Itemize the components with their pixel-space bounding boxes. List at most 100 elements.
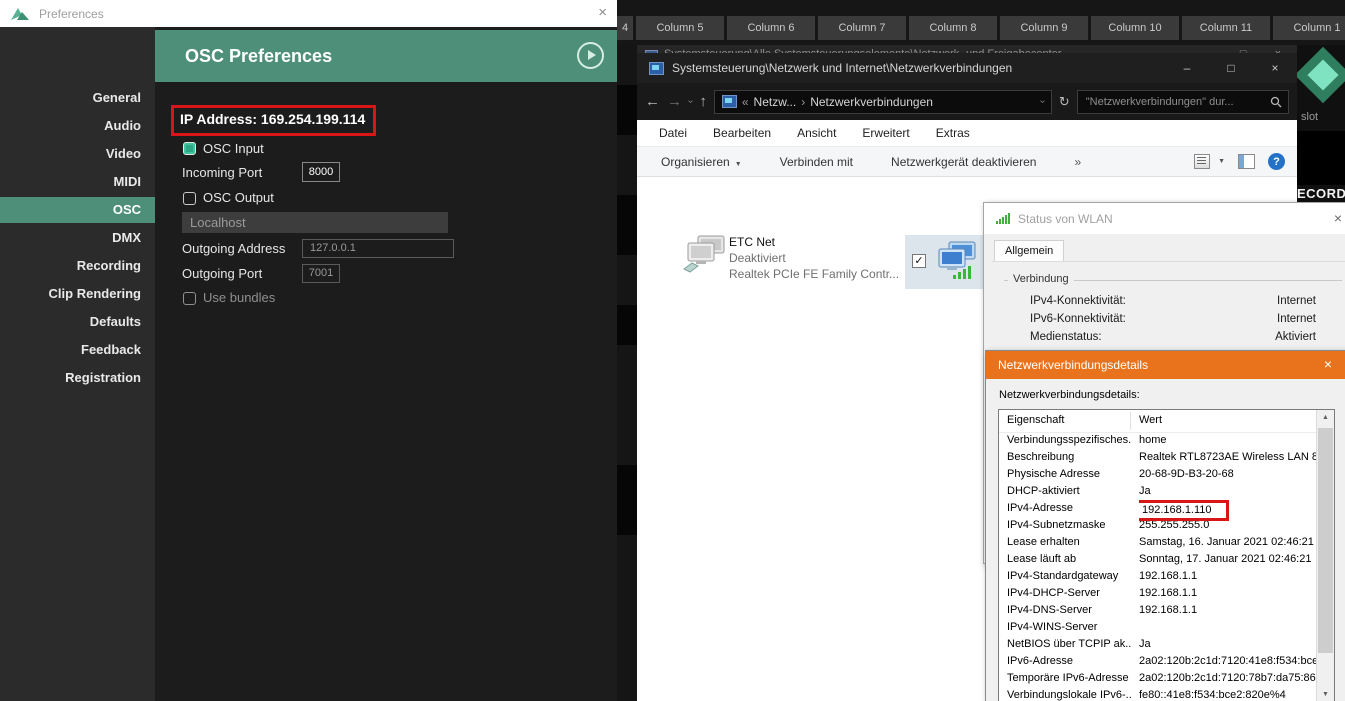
sidebar-item-audio[interactable]: Audio	[0, 113, 155, 139]
explorer-titlebar[interactable]: Systemsteuerung\Netzwerk und Internet\Ne…	[637, 53, 1297, 83]
menu-erweitert[interactable]: Erweitert	[862, 126, 909, 140]
table-row[interactable]: NetBIOS über TCPIP ak...Ja	[999, 636, 1317, 653]
sidebar-item-feedback[interactable]: Feedback	[0, 337, 155, 363]
record-label[interactable]: ECORD	[1297, 186, 1345, 201]
scroll-up-icon[interactable]: ▲	[1317, 410, 1334, 426]
breadcrumb-separator-icon[interactable]: ›	[801, 95, 805, 109]
disable-network-device-button[interactable]: Netzwerkgerät deaktivieren	[891, 155, 1036, 169]
tab-allgemein[interactable]: Allgemein	[994, 240, 1064, 261]
osc-output-checkbox[interactable]	[183, 192, 196, 205]
preferences-titlebar[interactable]: Preferences ×	[0, 0, 617, 27]
column-tab[interactable]: Column 7	[818, 16, 906, 40]
close-icon[interactable]: ×	[598, 4, 607, 21]
search-icon[interactable]	[1270, 96, 1282, 108]
table-row[interactable]: IPv4-DNS-Server192.168.1.1	[999, 602, 1317, 619]
status-dialog-titlebar[interactable]: Status von WLAN ×	[984, 203, 1345, 234]
use-bundles-checkbox[interactable]	[183, 292, 196, 305]
table-row-ipv4-address[interactable]: IPv4-Adresse192.168.1.110	[999, 500, 1317, 517]
column-header-property[interactable]: Eigenschaft	[1007, 414, 1064, 426]
details-dialog-titlebar[interactable]: Netzwerkverbindungsdetails ×	[986, 351, 1345, 379]
up-icon[interactable]: ↑	[699, 93, 707, 110]
sidebar-item-defaults[interactable]: Defaults	[0, 309, 155, 335]
close-icon[interactable]: ×	[1324, 356, 1332, 372]
minimize-icon[interactable]: –	[1165, 61, 1209, 75]
ipv4-address-highlight: 192.168.1.110	[1139, 500, 1229, 521]
sidebar-item-recording[interactable]: Recording	[0, 253, 155, 279]
localhost-input[interactable]: Localhost	[182, 212, 448, 233]
table-row[interactable]: Physische Adresse20-68-9D-B3-20-68	[999, 466, 1317, 483]
address-dropdown-icon[interactable]: ›	[1037, 100, 1048, 103]
table-row[interactable]: BeschreibungRealtek RTL8723AE Wireless L…	[999, 449, 1317, 466]
toolbar-overflow-icon[interactable]: »	[1074, 155, 1081, 169]
table-row[interactable]: Lease läuft abSonntag, 17. Januar 2021 0…	[999, 551, 1317, 568]
breadcrumb-chevrons-icon[interactable]: «	[742, 95, 749, 109]
view-switcher-button[interactable]: ▼	[1194, 154, 1225, 169]
column-tab[interactable]: 4	[617, 16, 633, 40]
menu-datei[interactable]: Datei	[659, 126, 687, 140]
sidebar-item-registration[interactable]: Registration	[0, 365, 155, 391]
network-item-etcnet[interactable]	[682, 235, 728, 278]
help-icon[interactable]: ?	[1268, 153, 1285, 170]
table-row[interactable]: IPv4-WINS-Server	[999, 619, 1317, 636]
column-tab[interactable]: Column 11	[1182, 16, 1270, 40]
details-table[interactable]: Eigenschaft Wert Verbindungsspezifisches…	[998, 409, 1335, 701]
column-tab[interactable]: Column 9	[1000, 16, 1088, 40]
background-window-titlebar[interactable]: Systemsteuerung\Alle Systemsteuerungsele…	[637, 45, 1297, 53]
table-row[interactable]: Lease erhaltenSamstag, 16. Januar 2021 0…	[999, 534, 1317, 551]
table-row[interactable]: IPv6-Adresse2a02:120b:2c1d:7120:41e8:f53…	[999, 653, 1317, 670]
table-row[interactable]: Verbindungsspezifisches...home	[999, 432, 1317, 449]
sidebar-item-midi[interactable]: MIDI	[0, 169, 155, 195]
scrollbar[interactable]: ▲ ▼	[1316, 410, 1334, 701]
breadcrumb-current[interactable]: Netzwerkverbindungen	[810, 95, 933, 109]
osc-input-checkbox[interactable]	[183, 142, 196, 155]
table-row[interactable]: IPv4-Standardgateway192.168.1.1	[999, 568, 1317, 585]
scroll-down-icon[interactable]: ▼	[1317, 687, 1334, 701]
preferences-window: Preferences × General Audio Video MIDI O…	[0, 0, 617, 701]
column-tab[interactable]: Column 5	[636, 16, 724, 40]
column-tab[interactable]: Column 6	[727, 16, 815, 40]
column-tab[interactable]: Column 10	[1091, 16, 1179, 40]
history-chevron-icon[interactable]: ›	[685, 100, 696, 103]
empty-clip-cell[interactable]	[1297, 131, 1345, 185]
search-input[interactable]	[1084, 95, 1270, 109]
sidebar-item-general[interactable]: General	[0, 85, 155, 111]
resolume-logo-icon	[9, 6, 31, 22]
sidebar-item-clip-rendering[interactable]: Clip Rendering	[0, 281, 155, 307]
details-table-header[interactable]: Eigenschaft Wert	[999, 410, 1317, 433]
menu-bearbeiten[interactable]: Bearbeiten	[713, 126, 771, 140]
maximize-icon[interactable]: □	[1209, 61, 1253, 75]
column-tab[interactable]: Column 8	[909, 16, 997, 40]
back-icon[interactable]: ←	[645, 93, 660, 110]
menu-ansicht[interactable]: Ansicht	[797, 126, 836, 140]
status-row-label: IPv4-Konnektivität:	[1030, 295, 1126, 307]
table-row[interactable]: DHCP-aktiviertJa	[999, 483, 1317, 500]
sidebar-item-osc[interactable]: OSC	[0, 197, 155, 223]
scrollbar-thumb[interactable]	[1318, 428, 1333, 653]
table-row[interactable]: IPv4-DHCP-Server192.168.1.1	[999, 585, 1317, 602]
outgoing-address-input[interactable]: 127.0.0.1	[302, 239, 454, 258]
search-box[interactable]	[1077, 90, 1289, 114]
play-button[interactable]	[577, 42, 604, 69]
menu-extras[interactable]: Extras	[936, 126, 970, 140]
table-row[interactable]: Verbindungslokale IPv6-...fe80::41e8:f53…	[999, 687, 1317, 701]
etcnet-name[interactable]: ETC Net	[729, 235, 775, 249]
wlan-checkbox[interactable]: ✓	[912, 254, 926, 268]
close-icon[interactable]: ×	[1334, 210, 1342, 226]
sidebar-item-dmx[interactable]: DMX	[0, 225, 155, 251]
column-separator[interactable]	[1130, 412, 1131, 430]
breadcrumb-root[interactable]: Netzw...	[754, 95, 797, 109]
outgoing-port-input[interactable]: 7001	[302, 264, 340, 283]
breadcrumb[interactable]: « Netzw... › Netzwerkverbindungen ›	[714, 90, 1052, 114]
connect-to-button[interactable]: Verbinden mit	[780, 155, 853, 169]
close-icon[interactable]: ×	[1253, 61, 1297, 75]
explorer-address-bar: ← → › ↑ « Netzw... › Netzwerkverbindunge…	[637, 83, 1297, 120]
forward-icon[interactable]: →	[667, 93, 682, 110]
incoming-port-input[interactable]: 8000	[302, 162, 340, 182]
refresh-icon[interactable]: ↻	[1059, 94, 1070, 110]
table-row[interactable]: Temporäre IPv6-Adresse2a02:120b:2c1d:712…	[999, 670, 1317, 687]
sidebar-item-video[interactable]: Video	[0, 141, 155, 167]
column-header-value[interactable]: Wert	[1139, 414, 1162, 426]
column-tab[interactable]: Column 1	[1273, 16, 1345, 40]
organize-button[interactable]: Organisieren▼	[661, 155, 742, 169]
preview-pane-icon[interactable]	[1238, 154, 1255, 169]
